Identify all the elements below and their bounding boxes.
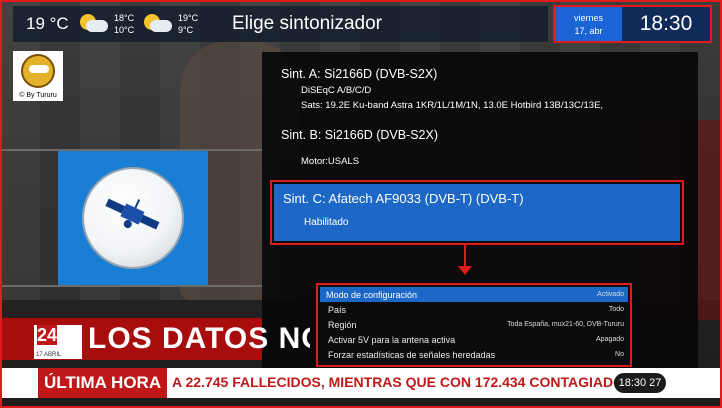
- setting-value: No: [615, 351, 624, 358]
- tuner-c-highlight: Sint. C: Afatech AF9033 (DVB-T) (DVB-T) …: [274, 184, 680, 241]
- clock-day: 17, abr: [574, 26, 603, 36]
- tuner-settings-list: Modo de configuración Activado País Todo…: [316, 283, 632, 367]
- setting-label: Región: [328, 319, 357, 330]
- forecast-day1: 18°C 10°C: [114, 12, 142, 36]
- ticker-text: A 22.745 FALLECIDOS, MIENTRAS QUE CON 17…: [172, 374, 661, 390]
- tuner-b-motor: Motor:USALS: [301, 156, 360, 167]
- clock-time: 18:30: [622, 7, 710, 41]
- setting-value: Activado: [597, 291, 624, 298]
- breaking-news-label: ÚLTIMA HORA: [38, 368, 168, 398]
- satellite-thumbnail: [58, 151, 208, 285]
- ticker-clock: 18:30 27: [614, 373, 666, 393]
- setting-row[interactable]: Modo de configuración Activado: [320, 287, 628, 302]
- setting-label: Modo de configuración: [326, 289, 418, 300]
- partly-cloudy-icon: [142, 12, 172, 36]
- clock-widget: viernes 17, abr 18:30: [553, 5, 712, 43]
- clock-date: viernes 17, abr: [555, 7, 622, 41]
- tuner-a-sats: Sats: 19.2E Ku-band Astra 1KR/1L/1M/1N, …: [301, 100, 604, 111]
- tuner-c-name: Sint. C: Afatech AF9033 (DVB-T) (DVB-T): [283, 191, 524, 206]
- forecast-day1-max: 18°C: [114, 13, 135, 23]
- setting-value: Todo: [608, 306, 624, 313]
- clock-weekday: viernes: [573, 13, 603, 23]
- current-temperature: 19 °C: [26, 14, 69, 33]
- divider: [0, 285, 262, 287]
- channel-date: 17 ABRIL: [36, 352, 62, 358]
- setting-label: Forzar estadísticas de señales heredadas: [328, 349, 496, 360]
- setting-value: Toda España, mux21-60, DVB-Tururu: [507, 321, 624, 328]
- setting-label: País: [328, 304, 347, 315]
- logo-caption: © By Tururu: [19, 92, 57, 99]
- forecast-day2-min: 9°C: [178, 25, 194, 35]
- tuner-b[interactable]: Sint. B: Si2166D (DVB-S2X) Motor:USALS: [281, 128, 438, 167]
- news-headline: LOS DATOS NO C: [88, 322, 310, 355]
- tuner-b-name: Sint. B: Si2166D (DVB-S2X): [281, 128, 439, 142]
- setting-label: Activar 5V para la antena activa: [328, 334, 456, 345]
- tuner-c-state: Habilitado: [304, 217, 349, 228]
- setting-row[interactable]: Región Toda España, mux21-60, DVB-Tururu: [320, 317, 628, 332]
- setting-row[interactable]: Activar 5V para la antena activa Apagado: [320, 332, 628, 347]
- arrow-down-icon: [458, 266, 472, 275]
- forecast-day2-max: 19°C: [178, 13, 199, 23]
- channel-number: 24: [37, 325, 58, 345]
- page-title: Elige sintonizador: [232, 13, 382, 34]
- forecast-day1-min: 10°C: [114, 25, 135, 35]
- top-bar: 19 °C 18°C 10°C 19°C 9°C Elige sintoniza…: [13, 6, 548, 42]
- forecast-day2: 19°C 9°C: [178, 12, 206, 36]
- skin-logo: © By Tururu: [13, 51, 63, 101]
- tuner-a-name: Sint. A: Si2166D (DVB-S2X): [281, 67, 438, 81]
- channel-logo: 24 17 ABRIL: [34, 325, 82, 359]
- news-ticker: ÚLTIMA HORA A 22.745 FALLECIDOS, MIENTRA…: [0, 368, 722, 398]
- tuner-a[interactable]: Sint. A: Si2166D (DVB-S2X) DiSEqC A/B/C/…: [281, 67, 603, 111]
- mascot-icon: [21, 54, 55, 88]
- satellite-icon: [105, 198, 160, 230]
- tuner-a-diseqc: DiSEqC A/B/C/D: [301, 85, 372, 96]
- setting-row[interactable]: Forzar estadísticas de señales heredadas…: [320, 347, 628, 362]
- setting-value: Apagado: [595, 336, 624, 343]
- partly-cloudy-icon: [78, 12, 108, 36]
- tuner-c[interactable]: Sint. C: Afatech AF9033 (DVB-T) (DVB-T) …: [270, 180, 684, 245]
- setting-row[interactable]: País Todo: [320, 302, 628, 317]
